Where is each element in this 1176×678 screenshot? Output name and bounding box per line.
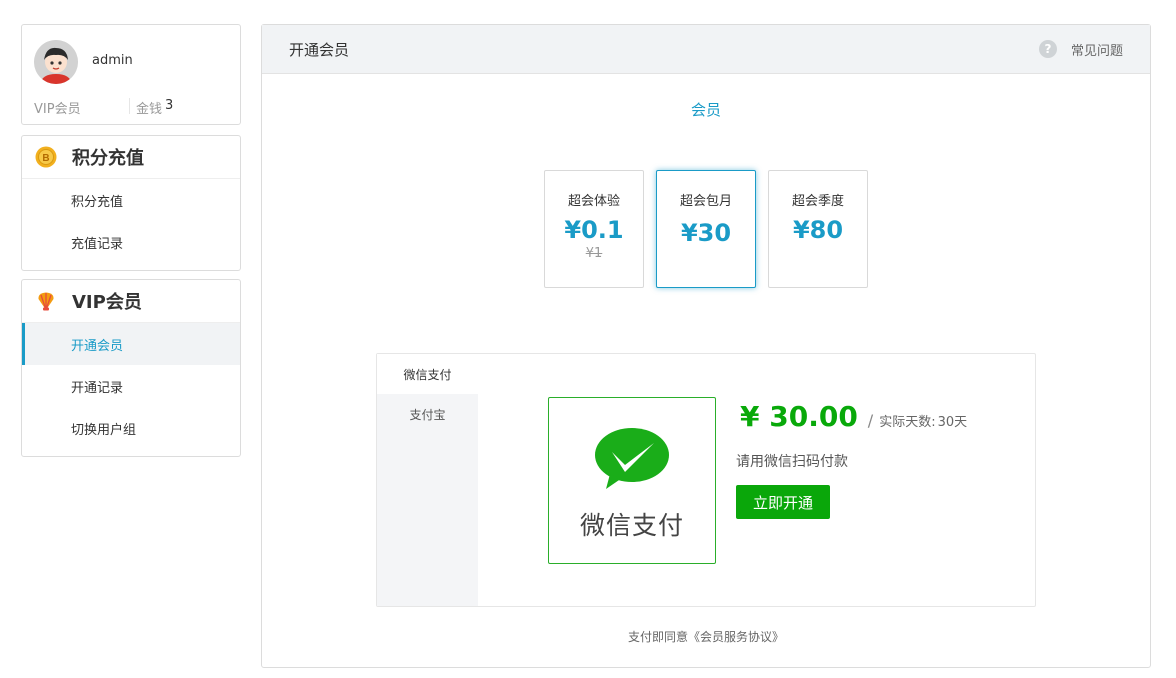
- scan-hint: 请用微信扫码付款: [736, 454, 848, 470]
- avatar[interactable]: [34, 40, 78, 84]
- menu-item-open-membership[interactable]: 开通会员: [22, 323, 240, 365]
- plan-card-monthly[interactable]: 超会包月 ¥30: [656, 170, 756, 288]
- plan-name: 超会体验: [567, 194, 620, 209]
- user-card: admin VIP会员 金钱 3: [21, 24, 241, 125]
- panel-header: 开通会员 ? 常见问题: [262, 25, 1150, 74]
- plan-card-quarterly[interactable]: 超会季度 ¥80: [768, 170, 868, 288]
- vip-menu-header: VIP会员: [22, 280, 240, 323]
- service-agreement-link[interactable]: 《会员服务协议》: [688, 630, 784, 644]
- shell-icon: [38, 292, 54, 311]
- user-level: VIP会员: [34, 102, 81, 117]
- menu-item-membership-history[interactable]: 开通记录: [22, 365, 240, 407]
- coin-b-icon: B: [35, 146, 57, 168]
- payment-content: 微信支付 ¥ 30.00 / 实际天数: 30天 请用微信扫码付款 立即开通: [478, 354, 1035, 606]
- question-icon: ?: [1038, 40, 1057, 58]
- agreement-prefix: 支付即同意: [627, 630, 688, 644]
- menu-item-points-recharge[interactable]: 积分充值: [22, 179, 240, 221]
- avatar-image: [34, 40, 78, 84]
- membership-panel: 开通会员 ? 常见问题 会员 超会体验 ¥0.1 ¥1 超会包月 ¥30 超会季…: [261, 24, 1151, 668]
- tab-wechat-pay[interactable]: 微信支付: [377, 354, 478, 394]
- user-stats: VIP会员 金钱 3: [34, 98, 173, 117]
- section-title: 会员: [690, 101, 721, 119]
- plan-original-price: ¥1: [585, 246, 603, 261]
- actual-days-value: 30天: [937, 415, 968, 430]
- amount-separator: /: [867, 411, 874, 430]
- payment-box: 微信支付 支付宝 微信支付 ¥ 30.00 / 实际天数: 30天 请用微信扫码…: [376, 353, 1036, 607]
- vip-menu-title: VIP会员: [72, 292, 142, 313]
- stats-divider: [129, 98, 130, 114]
- points-menu-title: 积分充值: [72, 148, 144, 169]
- username: admin: [92, 53, 133, 68]
- payment-method-tabs: 微信支付 支付宝: [377, 354, 478, 606]
- plan-price: ¥0.1: [564, 216, 624, 244]
- points-menu: B 积分充值 积分充值 充值记录: [21, 135, 241, 271]
- plan-price: ¥80: [792, 216, 844, 244]
- pay-amount: ¥ 30.00: [740, 400, 858, 433]
- wechat-pay-icon: [595, 428, 669, 489]
- plan-name: 超会季度: [791, 194, 844, 209]
- vip-menu: VIP会员 开通会员 开通记录 切换用户组: [21, 279, 241, 457]
- plan-name: 超会包月: [679, 194, 732, 209]
- pay-amount-row: ¥ 30.00 / 实际天数: 30天: [740, 400, 967, 433]
- faq-label: 常见问题: [1070, 43, 1123, 59]
- open-now-button[interactable]: 立即开通: [736, 485, 830, 519]
- wechat-qr-box: 微信支付: [548, 397, 716, 564]
- menu-item-recharge-history[interactable]: 充值记录: [22, 221, 240, 263]
- faq-link[interactable]: ? 常见问题: [1038, 40, 1123, 59]
- wechat-pay-label: 微信支付: [579, 511, 684, 540]
- agreement-note: 支付即同意《会员服务协议》: [262, 628, 1150, 645]
- points-menu-header: B 积分充值: [22, 136, 240, 179]
- page-title: 开通会员: [289, 40, 350, 59]
- money-value: 3: [165, 98, 174, 113]
- plan-list: 超会体验 ¥0.1 ¥1 超会包月 ¥30 超会季度 ¥80: [544, 170, 880, 288]
- actual-days-label: 实际天数:: [879, 415, 936, 430]
- svg-text:B: B: [42, 153, 49, 164]
- money-label: 金钱: [136, 102, 163, 117]
- tab-alipay[interactable]: 支付宝: [377, 394, 478, 434]
- plan-price: ¥30: [680, 219, 732, 247]
- menu-item-switch-user-group[interactable]: 切换用户组: [22, 407, 240, 449]
- plan-card-trial[interactable]: 超会体验 ¥0.1 ¥1: [544, 170, 644, 288]
